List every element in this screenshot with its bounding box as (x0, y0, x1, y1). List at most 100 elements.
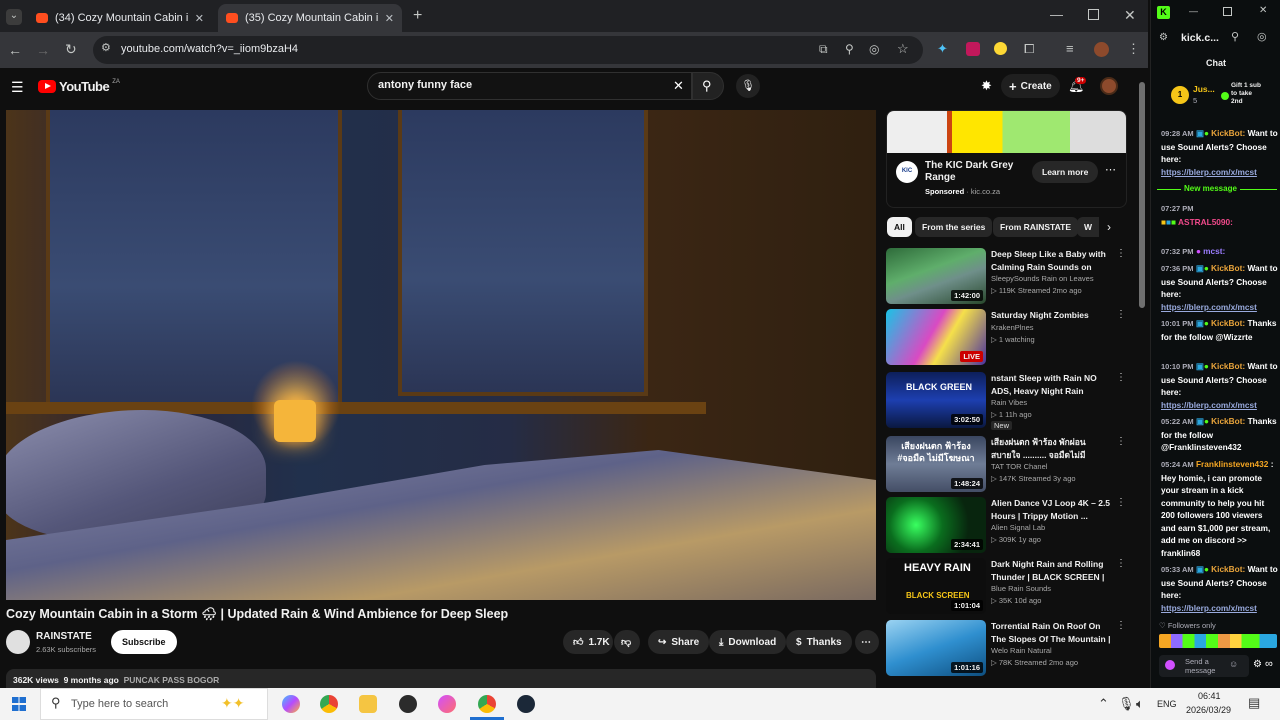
ad-learn-more-button[interactable]: Learn more (1032, 161, 1099, 183)
chip-next-chevron-icon[interactable]: › (1107, 220, 1111, 234)
more-actions-button[interactable]: ⋯ (855, 630, 879, 654)
ad-menu-icon[interactable]: ⋯ (1105, 163, 1116, 176)
close-window-icon[interactable]: ✕ (1124, 8, 1136, 22)
rec-menu-icon[interactable]: ⋮ (1116, 436, 1126, 447)
message-user[interactable]: KickBot: (1211, 263, 1245, 273)
extension-3-icon[interactable] (994, 42, 1007, 55)
back-icon[interactable]: ← (8, 43, 22, 57)
emoji-icon[interactable]: ☺ (1229, 659, 1238, 669)
message-user[interactable]: KickBot: (1211, 128, 1245, 138)
taskbar-chrome-active-icon[interactable] (478, 695, 496, 713)
rec-item[interactable]: 1:01:16 Torrential Rain On Roof On The S… (886, 620, 1126, 678)
profile-avatar-icon[interactable] (1094, 42, 1109, 57)
clear-search-icon[interactable]: ✕ (673, 79, 684, 92)
new-message-divider[interactable]: New message (1157, 184, 1277, 199)
channel-avatar[interactable] (6, 630, 30, 654)
media-control-icon[interactable]: ≡ (1066, 42, 1074, 55)
chip-partial[interactable]: W (1077, 217, 1099, 237)
description-box[interactable]: 362K views 9 months ago PUNCAK PASS BOGO… (6, 669, 876, 688)
tab-search-icon[interactable]: ⌄ (6, 9, 22, 25)
forward-icon[interactable]: → (36, 43, 50, 57)
create-button[interactable]: + Create (1001, 74, 1060, 98)
taskbar-steam-icon[interactable] (517, 695, 535, 713)
close-tab-icon[interactable]: ✕ (195, 12, 204, 25)
message-link[interactable]: https://blerp.com/x/mcst (1161, 400, 1257, 410)
rec-item[interactable]: HEAVY RAIN BLACK SCREEN 1:01:04 Dark Nig… (886, 558, 1126, 616)
chat-minimize-icon[interactable]: — (1189, 7, 1198, 16)
tray-speaker-icon[interactable]: 🔈︎ (1136, 697, 1144, 710)
youtube-logo[interactable]: YouTube ZA (38, 79, 120, 94)
rec-thumbnail[interactable]: 1:01:16 (886, 620, 986, 676)
eye-off-icon[interactable]: ◎ (869, 43, 879, 55)
rec-item[interactable]: 1:42:00 Deep Sleep Like a Baby with Calm… (886, 248, 1126, 306)
new-tab-icon[interactable]: + (413, 8, 422, 24)
message-user[interactable]: KickBot: (1211, 318, 1245, 328)
close-tab-icon[interactable]: ✕ (385, 12, 394, 25)
message-user[interactable]: mcst: (1203, 246, 1225, 256)
omnibox[interactable]: ⚙ youtube.com/watch?v=_iiom9bzaH4 ⧉ ⚲ ◎ … (93, 36, 923, 64)
download-button[interactable]: ⤓ Download (709, 630, 787, 654)
chat-infinity-icon[interactable]: ∞ (1265, 659, 1273, 670)
search-button[interactable]: ⚲ (692, 72, 724, 100)
ad-card[interactable]: KIC The KIC Dark Grey Range Sponsored · … (886, 110, 1127, 208)
tray-chevron-icon[interactable]: ⌃ (1098, 697, 1109, 710)
emote-bar[interactable] (1159, 634, 1277, 648)
rec-item[interactable]: BLACK GREEN 3:02:50 nstant Sleep with Ra… (886, 372, 1126, 430)
subscribe-button[interactable]: Subscribe (111, 630, 177, 654)
message-link[interactable]: https://blerp.com/x/mcst (1161, 167, 1257, 177)
extension-2-icon[interactable] (966, 42, 980, 56)
rec-menu-icon[interactable]: ⋮ (1116, 248, 1126, 259)
reload-icon[interactable]: ↻ (65, 42, 77, 56)
voice-search-button[interactable]: 🎙 (736, 74, 760, 98)
emote-picker-icon[interactable] (1165, 660, 1175, 670)
dislike-button[interactable]: 👎︎ (614, 630, 640, 654)
rec-menu-icon[interactable]: ⋮ (1116, 558, 1126, 569)
extension-1-icon[interactable]: ✦ (937, 42, 948, 55)
taskbar-file-explorer-icon[interactable] (359, 695, 377, 713)
tray-date[interactable]: 2026/03/29 (1186, 705, 1231, 715)
message-user[interactable]: KickBot: (1211, 564, 1245, 574)
scrollbar-thumb[interactable] (1139, 82, 1145, 308)
install-app-icon[interactable]: ⧉ (819, 43, 828, 55)
site-info-icon[interactable]: ⚙ (101, 43, 111, 54)
gemini-icon[interactable]: ✸ (981, 79, 992, 92)
rec-item[interactable]: เสียงฝนตก ฟ้าร้อง #จอมืด ไม่มีโฆษณา 1:48… (886, 436, 1126, 494)
message-user[interactable]: Franklinsteven432 (1196, 459, 1268, 469)
hamburger-menu-icon[interactable]: ☰ (11, 80, 24, 94)
chat-zoom-icon[interactable]: ⚲ (1231, 32, 1239, 43)
message-user[interactable]: ASTRAL5090: (1178, 217, 1233, 227)
rec-item[interactable]: 2:34:41 Alien Dance VJ Loop 4K – 2.5 Hou… (886, 497, 1126, 555)
rec-menu-icon[interactable]: ⋮ (1116, 497, 1126, 508)
taskbar-copilot-icon[interactable] (282, 695, 300, 713)
channel-name[interactable]: RAINSTATE (36, 631, 92, 642)
share-button[interactable]: ↪ Share (648, 630, 710, 654)
thanks-button[interactable]: $ Thanks (786, 630, 852, 654)
chip-from-the-series[interactable]: From the series (915, 217, 993, 237)
rec-menu-icon[interactable]: ⋮ (1116, 309, 1126, 320)
site-settings-icon[interactable]: ⚙ (1159, 33, 1168, 43)
tray-time[interactable]: 06:41 (1198, 691, 1221, 701)
rec-menu-icon[interactable]: ⋮ (1116, 372, 1126, 383)
message-link[interactable]: https://blerp.com/x/mcst (1161, 603, 1257, 613)
message-user[interactable]: KickBot: (1211, 361, 1245, 371)
page-scrollbar[interactable] (1138, 72, 1146, 684)
minimize-icon[interactable]: — (1050, 8, 1063, 21)
chat-close-icon[interactable]: ✕ (1259, 6, 1267, 16)
chat-settings-icon[interactable]: ⚙ (1253, 660, 1262, 670)
rec-thumbnail[interactable]: 2:34:41 (886, 497, 986, 553)
notification-center-icon[interactable]: ▤ (1248, 696, 1260, 709)
rec-menu-icon[interactable]: ⋮ (1116, 620, 1126, 631)
chip-all[interactable]: All (887, 217, 912, 237)
taskbar-search-box[interactable]: ⚲ Type here to search ✦✦ (40, 688, 268, 720)
browser-tab-1[interactable]: (34) Cozy Mountain Cabin i ✕ (28, 4, 212, 32)
video-player[interactable] (6, 110, 876, 600)
search-input[interactable]: antony funny face (367, 72, 692, 100)
chat-maximize-icon[interactable] (1223, 7, 1232, 16)
like-button[interactable]: 👍︎ 1.7K (563, 630, 613, 654)
message-user[interactable]: KickBot: (1211, 416, 1245, 426)
gift-text[interactable]: Gift 1 sub to take 2nd (1231, 82, 1261, 106)
rec-thumbnail[interactable]: BLACK GREEN 3:02:50 (886, 372, 986, 428)
tray-language[interactable]: ENG (1157, 699, 1177, 709)
chip-from-rainstate[interactable]: From RAINSTATE (993, 217, 1078, 237)
chat-eye-off-icon[interactable]: ◎ (1257, 32, 1267, 43)
